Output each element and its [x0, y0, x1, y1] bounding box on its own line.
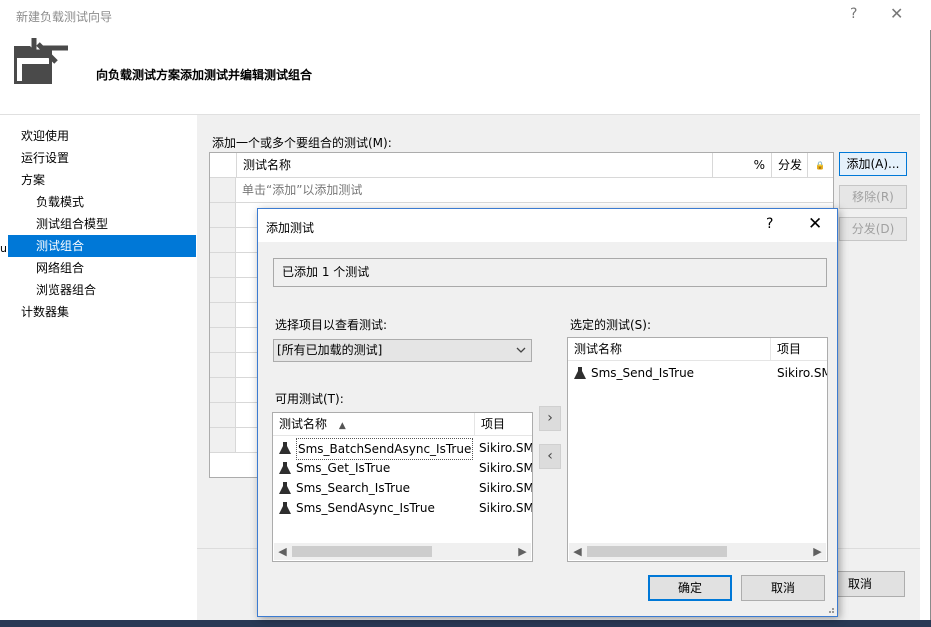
wizard-titlebar: 新建负载测试向导 ? ✕	[0, 0, 931, 30]
wizard-title: 新建负载测试向导	[16, 10, 113, 24]
nav-item-load-pattern[interactable]: 负载模式	[8, 191, 196, 213]
nav-item-scenario[interactable]: 方案	[8, 169, 196, 191]
grid-col-percent[interactable]: %	[712, 153, 771, 178]
distribute-button[interactable]: 分发(D)	[839, 217, 907, 241]
nav-item-test-mix[interactable]: 测试组合	[8, 235, 196, 257]
selected-list-header: 测试名称 项目	[568, 338, 827, 361]
test-flask-icon	[279, 462, 291, 474]
scroll-right-icon[interactable]: ▶	[514, 543, 531, 560]
test-name: Sms_Send_IsTrue	[591, 366, 695, 380]
close-button[interactable]: ✕	[890, 4, 903, 23]
wizard-nav: 欢迎使用 运行设置 方案 负载模式 测试组合模型 测试组合 网络组合 浏览器组合…	[8, 125, 196, 625]
list-item[interactable]: Sms_Send_IsTrue Sikiro.SM	[570, 363, 828, 383]
test-name: Sms_BatchSendAsync_IsTrue	[296, 438, 474, 460]
move-right-button[interactable]: ›	[539, 406, 561, 431]
status-box: 已添加 1 个测试	[273, 258, 827, 287]
selected-tests-list[interactable]: 测试名称 项目 Sms_Send_IsTrue Sikiro.SM ◀ ▶	[567, 337, 828, 562]
dialog-title: 添加测试	[266, 221, 315, 235]
test-flask-icon	[279, 482, 291, 494]
scroll-thumb[interactable]	[587, 546, 727, 557]
grid-header: 测试名称 % 分发 🔒	[210, 153, 833, 178]
add-test-dialog: 添加测试 ? ✕ 已添加 1 个测试 选择项目以查看测试: [所有已加载的测试]…	[257, 208, 838, 617]
available-hscrollbar[interactable]: ◀ ▶	[274, 543, 531, 560]
dialog-close-button[interactable]: ✕	[808, 214, 822, 234]
list-item[interactable]: Sms_Get_IsTrue Sikiro.SM	[275, 458, 533, 478]
move-left-button[interactable]: ‹	[539, 444, 561, 469]
list-item[interactable]: Sms_Search_IsTrue Sikiro.SM	[275, 478, 533, 498]
scroll-thumb[interactable]	[292, 546, 432, 557]
dialog-help-button[interactable]: ?	[766, 216, 773, 232]
nav-item-test-mix-model[interactable]: 测试组合模型	[8, 213, 196, 235]
sort-ascending-icon: ▲	[338, 421, 346, 431]
resize-grip-icon[interactable]	[825, 604, 835, 614]
test-name: Sms_Get_IsTrue	[296, 461, 391, 475]
wizard-header: 向负载测试方案添加测试并编辑测试组合	[0, 30, 920, 115]
test-project: Sikiro.SM	[777, 366, 828, 380]
chevron-down-icon	[516, 347, 526, 353]
grid-col-distribute[interactable]: 分发	[771, 153, 807, 178]
list-item[interactable]: Sms_SendAsync_IsTrue Sikiro.SM	[275, 498, 533, 518]
test-flask-icon	[279, 442, 291, 454]
wizard-logo-icon	[14, 38, 68, 84]
selected-col-project[interactable]: 项目	[770, 338, 827, 361]
grid-col-name[interactable]: 测试名称	[236, 153, 712, 178]
nav-item-counter-sets[interactable]: 计数器集	[8, 301, 196, 323]
test-name: Sms_Search_IsTrue	[296, 481, 411, 495]
ok-button[interactable]: 确定	[648, 575, 732, 601]
nav-item-browser-mix[interactable]: 浏览器组合	[8, 279, 196, 301]
available-tests-list[interactable]: 测试名称 ▲ 项目 Sms_BatchSendAsync_IsTrue Siki…	[272, 412, 533, 562]
clipped-text: u	[0, 242, 7, 255]
available-list-header: 测试名称 ▲ 项目	[273, 413, 532, 436]
test-project: Sikiro.SM	[479, 461, 533, 475]
available-col-project[interactable]: 项目	[474, 413, 532, 436]
list-item[interactable]: Sms_BatchSendAsync_IsTrue Sikiro.SM	[275, 438, 533, 460]
scroll-right-icon[interactable]: ▶	[809, 543, 826, 560]
grid-hint: 单击“添加”以添加测试	[242, 183, 363, 197]
select-project-label: 选择项目以查看测试:	[275, 318, 388, 332]
grid-hint-row[interactable]: 单击“添加”以添加测试	[210, 178, 833, 203]
help-button[interactable]: ?	[850, 6, 857, 22]
test-project: Sikiro.SM	[479, 481, 533, 495]
test-name: Sms_SendAsync_IsTrue	[296, 501, 435, 515]
lock-icon: 🔒	[807, 153, 833, 178]
taskbar	[0, 620, 931, 627]
nav-item-network-mix[interactable]: 网络组合	[8, 257, 196, 279]
scroll-left-icon[interactable]: ◀	[274, 543, 291, 560]
test-flask-icon	[574, 367, 586, 379]
remove-test-button[interactable]: 移除(R)	[839, 185, 907, 209]
mix-label: 添加一个或多个要组合的测试(M):	[212, 136, 392, 150]
add-test-button[interactable]: 添加(A)...	[839, 152, 907, 176]
project-select[interactable]: [所有已加载的测试]	[273, 339, 532, 362]
nav-item-welcome[interactable]: 欢迎使用	[8, 125, 196, 147]
available-tests-label: 可用测试(T):	[275, 392, 344, 406]
test-flask-icon	[279, 502, 291, 514]
test-project: Sikiro.SM	[479, 441, 533, 455]
selected-col-name[interactable]: 测试名称	[568, 338, 768, 361]
test-project: Sikiro.SM	[479, 501, 533, 515]
project-select-value: [所有已加载的测试]	[277, 343, 383, 357]
available-col-name[interactable]: 测试名称 ▲	[273, 413, 473, 436]
dialog-titlebar: 添加测试 ? ✕	[258, 209, 837, 242]
available-col-name-label: 测试名称	[279, 417, 328, 431]
selected-hscrollbar[interactable]: ◀ ▶	[569, 543, 826, 560]
cancel-button[interactable]: 取消	[741, 575, 825, 601]
wizard-heading: 向负载测试方案添加测试并编辑测试组合	[96, 68, 313, 82]
scroll-left-icon[interactable]: ◀	[569, 543, 586, 560]
selected-tests-label: 选定的测试(S):	[570, 318, 652, 332]
nav-item-run-settings[interactable]: 运行设置	[8, 147, 196, 169]
